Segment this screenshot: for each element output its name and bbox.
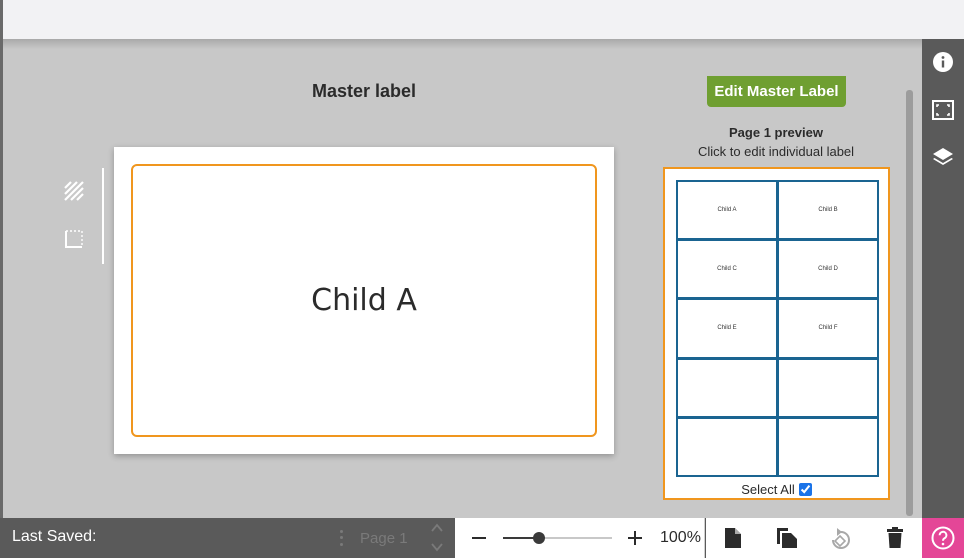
zoom-out-icon[interactable] xyxy=(469,528,489,548)
rotate-icon xyxy=(832,528,850,549)
label-text[interactable]: Child A xyxy=(311,283,417,318)
preview-subtitle: Click to edit individual label xyxy=(697,144,855,159)
new-page-icon xyxy=(725,528,741,548)
delete-icon xyxy=(887,527,903,548)
preview-cell[interactable]: Child A xyxy=(678,182,776,239)
zoom-slider[interactable] xyxy=(503,532,612,544)
layers-button[interactable] xyxy=(931,145,955,169)
preview-cell[interactable] xyxy=(779,418,877,475)
top-bar xyxy=(0,0,964,39)
chevron-down-icon[interactable] xyxy=(429,539,445,555)
zoom-value: 100% xyxy=(660,529,701,546)
select-all-checkbox[interactable] xyxy=(798,483,812,496)
delete-page-button[interactable] xyxy=(883,526,907,550)
canvas-tool-strip xyxy=(58,168,104,264)
page-actions xyxy=(706,518,922,558)
new-page-button[interactable] xyxy=(721,526,745,550)
rotate-button[interactable] xyxy=(828,526,852,550)
border-style-icon xyxy=(65,230,83,248)
fit-to-screen-icon xyxy=(932,100,954,120)
help-button[interactable] xyxy=(922,518,964,558)
preview-cell[interactable] xyxy=(678,359,776,416)
preview-cell[interactable]: Child E xyxy=(678,300,776,357)
preview-cell[interactable]: Child D xyxy=(779,241,877,298)
layers-icon xyxy=(933,148,953,165)
page-indicator: Page 1 xyxy=(360,530,408,547)
hatch-pattern-icon xyxy=(64,181,84,201)
zoom-slider-thumb[interactable] xyxy=(532,532,545,544)
zoom-controls: 100% xyxy=(455,518,705,558)
edit-master-label-button[interactable]: Edit Master Label xyxy=(707,76,846,107)
top-bar-shadow xyxy=(3,39,922,49)
fit-to-screen-button[interactable] xyxy=(931,98,955,122)
page-menu-icon[interactable] xyxy=(336,528,346,548)
border-button[interactable] xyxy=(62,227,86,251)
duplicate-page-icon xyxy=(777,528,797,548)
chevron-up-icon[interactable] xyxy=(429,520,445,536)
preview-title: Page 1 preview xyxy=(729,125,823,140)
preview-cell[interactable] xyxy=(678,418,776,475)
label-editor-area[interactable]: Child A xyxy=(131,164,597,437)
zoom-in-icon[interactable] xyxy=(625,528,645,548)
last-saved-label: Last Saved: xyxy=(12,528,97,545)
background-pattern-button[interactable] xyxy=(62,179,86,203)
left-edge xyxy=(0,39,3,518)
page-title: Master label xyxy=(311,81,417,101)
preview-grid: Child A Child B Child C Child D Child E … xyxy=(676,180,879,477)
help-icon xyxy=(931,526,955,550)
bottom-bar: Last Saved: Page 1 100% xyxy=(0,518,964,558)
page-preview: Child A Child B Child C Child D Child E … xyxy=(663,167,890,500)
vertical-scrollbar[interactable] xyxy=(906,90,913,516)
preview-cell[interactable] xyxy=(779,359,877,416)
info-button[interactable] xyxy=(931,50,955,74)
select-all-label: Select All xyxy=(741,482,795,497)
label-canvas: Child A xyxy=(114,147,614,454)
preview-cell[interactable]: Child F xyxy=(779,300,877,357)
select-all-row: Select All xyxy=(665,482,888,497)
preview-cell[interactable]: Child C xyxy=(678,241,776,298)
right-rail xyxy=(922,39,964,518)
info-icon xyxy=(933,52,953,72)
preview-cell[interactable]: Child B xyxy=(779,182,877,239)
duplicate-page-button[interactable] xyxy=(775,526,799,550)
